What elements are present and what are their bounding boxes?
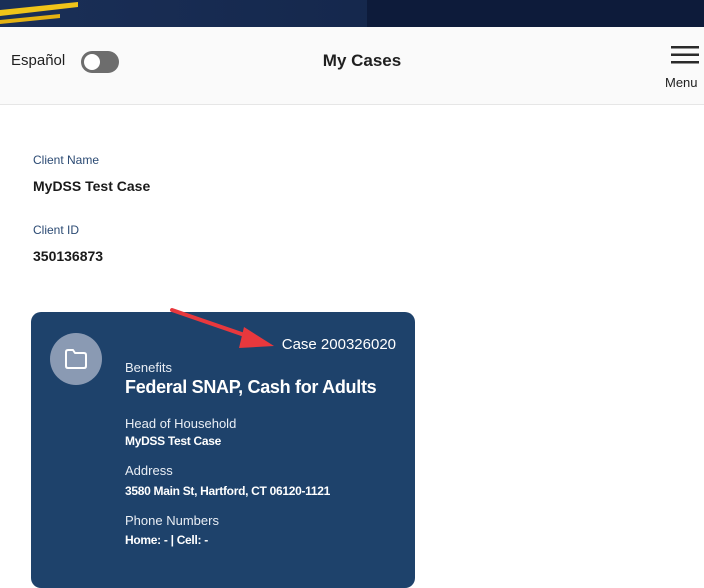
benefits-label: Benefits (125, 360, 172, 375)
address-label: Address (125, 463, 173, 478)
banner-dark-panel (367, 0, 704, 27)
case-number: Case 200326020 (281, 336, 396, 353)
client-id-label: Client ID (33, 223, 80, 237)
phone-numbers-label: Phone Numbers (125, 513, 219, 528)
annotation-arrow (170, 308, 274, 348)
phone-numbers-value: Home: - | Cell: - (125, 533, 208, 547)
folder-icon-circle (50, 333, 102, 385)
head-of-household-label: Head of Household (125, 416, 237, 431)
page-title: My Cases (322, 51, 402, 70)
menu-icon (671, 46, 699, 64)
head-of-household-value: MyDSS Test Case (125, 434, 221, 448)
client-name-label: Client Name (33, 153, 100, 167)
sun-logo-graphic (0, 2, 78, 24)
menu-label: Menu (665, 75, 698, 90)
folder-icon (65, 349, 87, 369)
address-value: 3580 Main St, Hartford, CT 06120-1121 (125, 484, 330, 498)
benefits-value: Federal SNAP, Cash for Adults (125, 377, 377, 397)
menu-button[interactable]: Menu (665, 44, 704, 90)
client-name-value: MyDSS Test Case (33, 178, 151, 194)
app-header: Español My Cases Menu (0, 27, 704, 105)
client-id-value: 350136873 (33, 248, 104, 264)
top-banner (0, 0, 704, 27)
